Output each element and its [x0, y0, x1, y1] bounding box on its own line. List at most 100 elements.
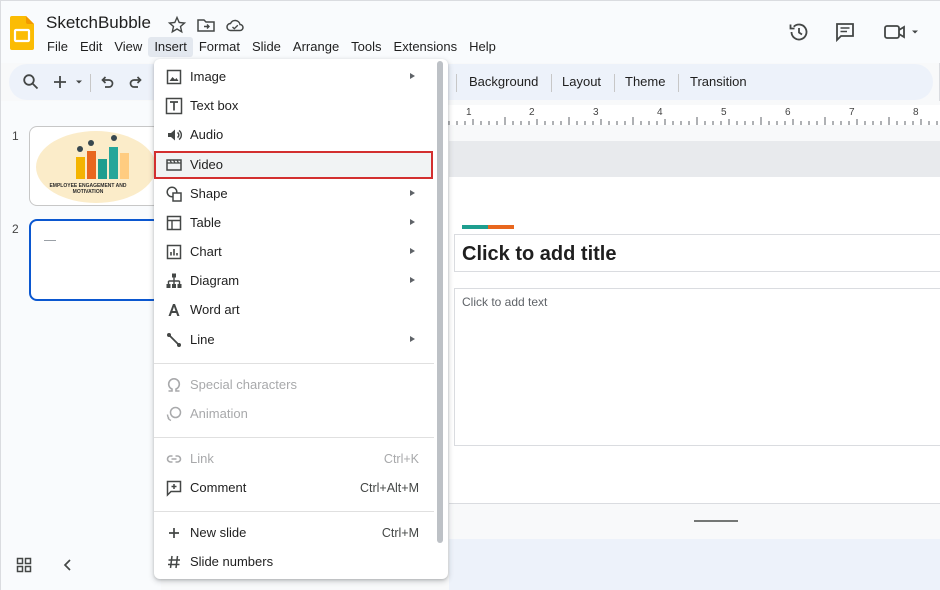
transition-button[interactable]: Transition: [690, 73, 747, 91]
toolbar-separator: [551, 74, 552, 92]
menu-item-chart[interactable]: Chart: [154, 238, 436, 266]
theme-button[interactable]: Theme: [625, 73, 665, 91]
slide-thumbnail-1[interactable]: EMPLOYEE ENGAGEMENT AND MOTIVATION: [29, 126, 161, 206]
title-placeholder[interactable]: Click to add title: [454, 234, 940, 272]
menu-slide[interactable]: Slide: [246, 37, 287, 57]
menu-item-label: Audio: [190, 127, 224, 142]
table-icon: [166, 215, 182, 231]
menu-item-label: Line: [190, 332, 215, 347]
toolbar-separator: [456, 74, 457, 92]
submenu-arrow-icon: [410, 248, 415, 254]
menu-item-table[interactable]: Table: [154, 209, 436, 237]
version-history-icon[interactable]: [787, 20, 811, 44]
accent-teal-segment: [462, 225, 488, 229]
move-folder-icon[interactable]: [196, 15, 216, 35]
menu-separator: [154, 437, 434, 438]
menu-item-special-characters: Special characters: [154, 371, 436, 399]
menu-item-label: Word art: [190, 302, 240, 317]
menu-item-label: Shape: [190, 186, 228, 201]
menu-item-label: New slide: [190, 525, 247, 540]
submenu-arrow-icon: [410, 277, 415, 283]
ruler-label: 7: [849, 107, 855, 118]
collapse-filmstrip-icon[interactable]: [60, 557, 76, 573]
star-icon[interactable]: [167, 15, 187, 35]
slide-number: 1: [12, 129, 19, 143]
menu-item-label: Slide numbers: [190, 554, 274, 569]
menu-format[interactable]: Format: [193, 37, 246, 57]
menu-item-diagram[interactable]: Diagram: [154, 267, 436, 295]
new-slide-plus-icon[interactable]: [51, 73, 87, 91]
menu-item-shortcut: Ctrl+Alt+M: [359, 481, 419, 495]
menu-item-animation: Animation: [154, 400, 436, 428]
menu-item-text-box[interactable]: Text box: [154, 92, 436, 120]
menu-item-label: Link: [190, 451, 214, 466]
menu-item-line[interactable]: Line: [154, 326, 436, 354]
comments-icon[interactable]: [833, 20, 857, 44]
menu-item-shape[interactable]: Shape: [154, 180, 436, 208]
slide-thumbnail-2[interactable]: [29, 219, 161, 301]
menu-help[interactable]: Help: [463, 37, 502, 57]
menu-item-link: Link Ctrl+K: [154, 445, 436, 473]
header: SketchBubble File Edit View Insert Forma…: [1, 1, 940, 63]
menu-item-label: Diagram: [190, 273, 240, 288]
menu-item-image[interactable]: Image: [154, 63, 436, 91]
accent-orange-segment: [488, 225, 514, 229]
animation-icon: [166, 406, 182, 422]
menu-insert[interactable]: Insert: [148, 37, 193, 57]
link-icon: [166, 455, 182, 463]
menu-item-word-art[interactable]: Word art: [154, 296, 436, 324]
menu-item-slide-numbers[interactable]: Slide numbers: [154, 548, 436, 576]
body-placeholder-text: Click to add text: [462, 295, 548, 309]
image-icon: [166, 69, 182, 85]
audio-icon: [168, 129, 183, 141]
layout-button[interactable]: Layout: [562, 73, 601, 91]
submenu-arrow-icon: [410, 190, 415, 196]
slides-logo-icon[interactable]: [10, 16, 34, 50]
toolbar-separator: [678, 74, 679, 92]
ruler-label: 3: [593, 107, 599, 118]
cloud-saved-icon[interactable]: [225, 15, 245, 35]
menu-item-audio[interactable]: Audio: [154, 121, 436, 149]
menu-tools[interactable]: Tools: [345, 37, 387, 57]
undo-icon[interactable]: [98, 73, 116, 91]
menu-scrollbar[interactable]: [437, 61, 443, 543]
omega-icon: [167, 378, 181, 392]
menu-item-new-slide[interactable]: New slide Ctrl+M: [154, 519, 436, 547]
menu-arrange[interactable]: Arrange: [287, 37, 345, 57]
chart-icon: [166, 244, 182, 260]
ruler-label: 6: [785, 107, 791, 118]
plus-icon: [169, 528, 179, 538]
menu-item-label: Comment: [190, 480, 247, 495]
bottom-bar: [449, 539, 940, 590]
background-button[interactable]: Background: [469, 73, 538, 91]
diagram-icon: [166, 273, 182, 288]
menu-item-shortcut: Ctrl+M: [381, 526, 419, 540]
menu-item-label: Special characters: [190, 377, 297, 392]
menu-bar: File Edit View Insert Format Slide Arran…: [41, 37, 502, 57]
menu-item-label: Text box: [190, 98, 239, 113]
document-title[interactable]: SketchBubble: [46, 13, 151, 33]
ruler-label: 4: [657, 107, 663, 118]
submenu-arrow-icon: [410, 336, 415, 342]
body-placeholder[interactable]: Click to add text: [454, 288, 940, 446]
ruler-label: 5: [721, 107, 727, 118]
toolbar-separator: [614, 74, 615, 92]
slide-thumbnail-caption: EMPLOYEE ENGAGEMENT AND MOTIVATION: [49, 183, 127, 195]
menu-extensions[interactable]: Extensions: [388, 37, 464, 57]
text-box-icon: [165, 97, 183, 115]
notes-resize-handle[interactable]: [694, 520, 738, 522]
redo-icon[interactable]: [127, 73, 145, 91]
meet-camera-icon[interactable]: [883, 20, 921, 44]
ruler-label: 1: [466, 107, 472, 118]
search-menus-icon[interactable]: [22, 73, 40, 91]
menu-file[interactable]: File: [41, 37, 74, 57]
grid-view-icon[interactable]: [16, 557, 32, 573]
menu-item-label: Chart: [190, 244, 222, 259]
menu-item-comment[interactable]: Comment Ctrl+Alt+M: [154, 474, 436, 502]
menu-separator: [154, 363, 434, 364]
comment-icon: [166, 480, 182, 497]
menu-edit[interactable]: Edit: [74, 37, 108, 57]
title-accent-bar: [462, 225, 514, 229]
insert-menu: Image Text box Audio Video Shape Table C…: [154, 59, 448, 579]
menu-view[interactable]: View: [108, 37, 148, 57]
